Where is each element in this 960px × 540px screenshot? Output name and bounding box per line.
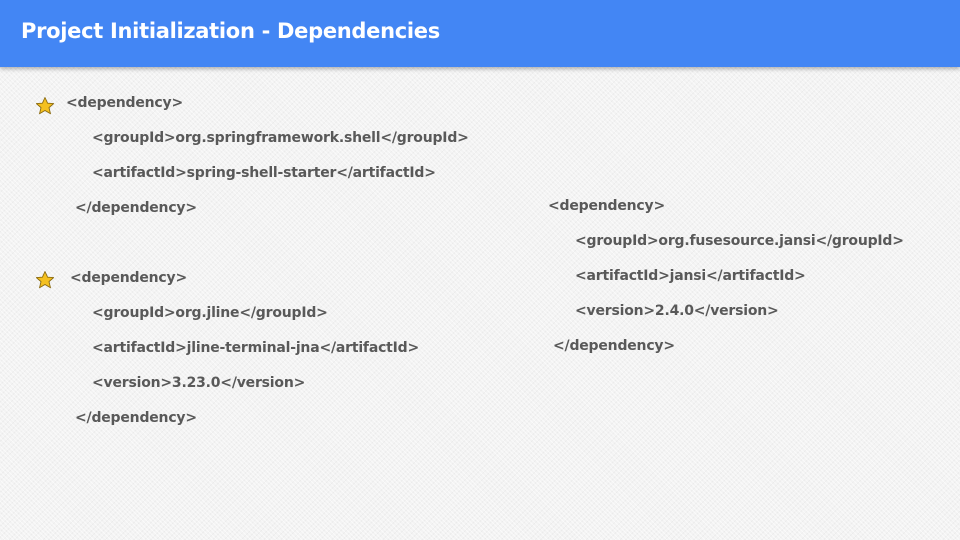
dependency-1-close-tag: </dependency>	[75, 200, 197, 216]
dependency-3-artifact-id: <artifactId>jansi</artifactId>	[575, 268, 806, 284]
dependency-2-artifact-id: <artifactId>jline-terminal-jna</artifact…	[92, 340, 420, 356]
dependency-2-open-tag: <dependency>	[70, 270, 187, 286]
dependency-2-version: <version>3.23.0</version>	[92, 375, 306, 391]
dependency-1-open-tag: <dependency>	[66, 95, 183, 111]
dependency-3-group-id: <groupId>org.fusesource.jansi</groupId>	[575, 233, 904, 249]
title-bar: Project Initialization - Dependencies	[0, 0, 960, 67]
dependency-2-close-tag: </dependency>	[75, 410, 197, 426]
dependency-1-artifact-id: <artifactId>spring-shell-starter</artifa…	[92, 165, 436, 181]
dependency-3-open-tag: <dependency>	[548, 198, 665, 214]
star-icon	[35, 97, 55, 115]
star-icon	[35, 271, 55, 289]
dependency-3-version: <version>2.4.0</version>	[575, 303, 779, 319]
dependency-1-group-id: <groupId>org.springframework.shell</grou…	[92, 130, 469, 146]
page-title: Project Initialization - Dependencies	[21, 19, 440, 43]
dependency-3-close-tag: </dependency>	[553, 338, 675, 354]
dependency-2-group-id: <groupId>org.jline</groupId>	[92, 305, 328, 321]
